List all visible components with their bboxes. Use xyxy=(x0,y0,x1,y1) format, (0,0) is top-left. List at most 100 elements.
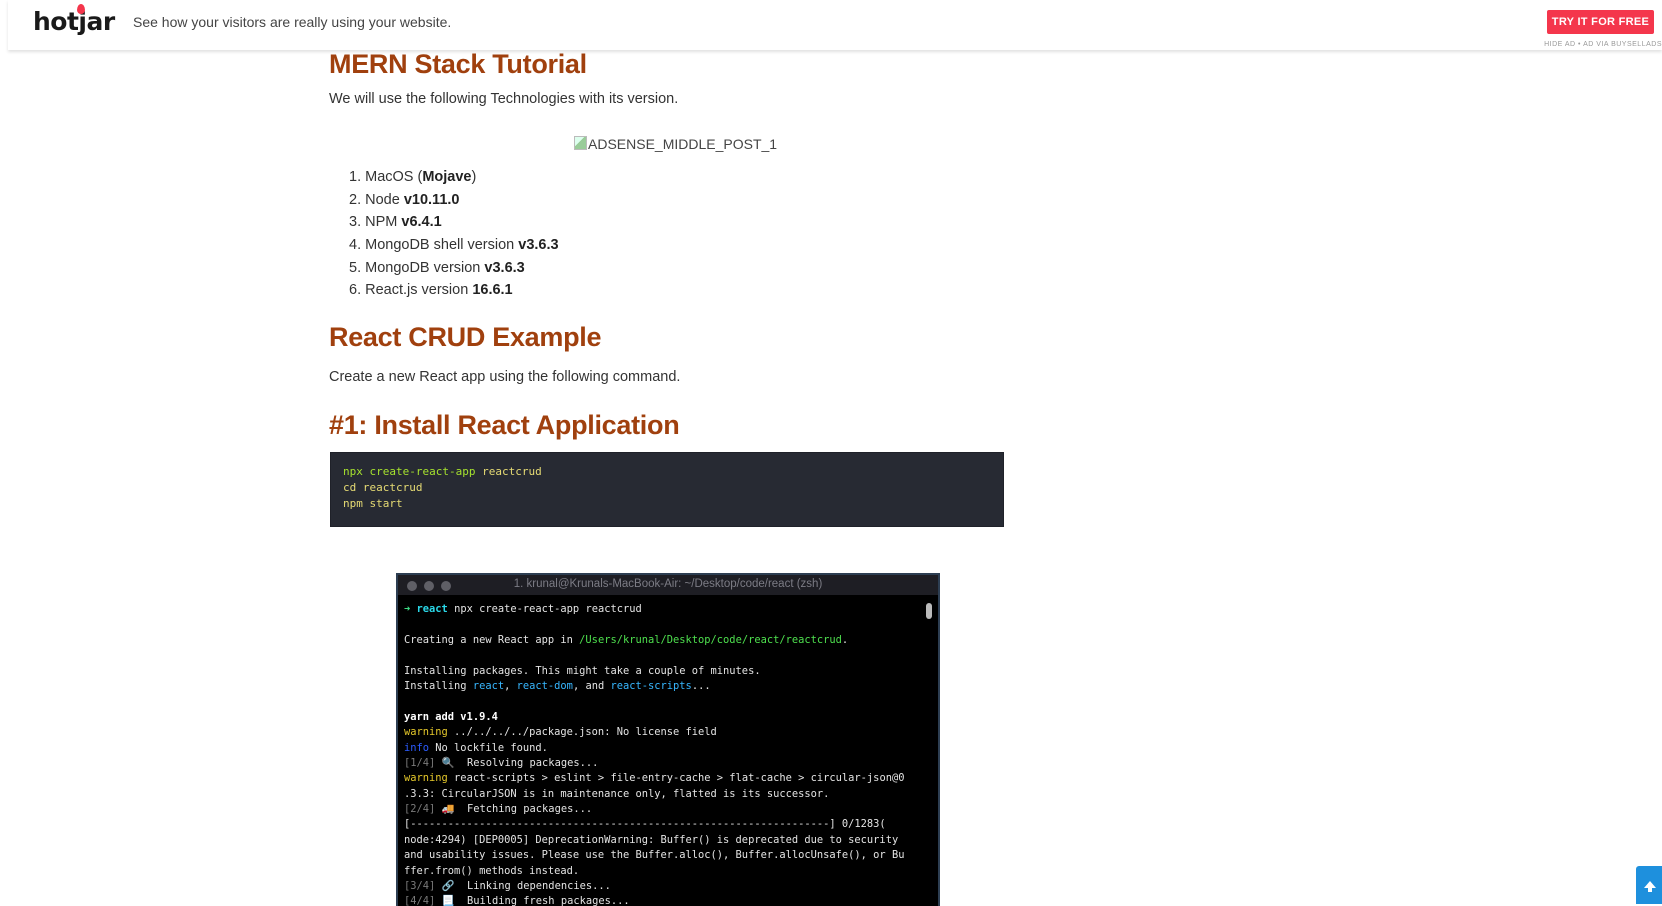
tech-num: 4. xyxy=(349,237,362,254)
tech-label: MongoDB shell version xyxy=(365,237,519,254)
try-it-for-free-button[interactable]: TRY IT FOR FREE xyxy=(1547,10,1654,34)
code-line: cd reactcrud xyxy=(343,481,422,494)
code-token: create-react-app xyxy=(369,465,476,478)
term-warning: warning xyxy=(404,726,448,739)
scroll-to-top-button[interactable] xyxy=(1636,866,1662,904)
technology-list-item: 6. React.js version 16.6.1 xyxy=(349,281,559,304)
terminal-line: [3/4] 🔗 Linking dependencies... xyxy=(404,879,914,894)
code-line: npm start xyxy=(343,497,403,510)
terminal-line: [4/4] 📃 Building fresh packages... xyxy=(404,894,914,906)
tech-value: v3.6.3 xyxy=(518,237,559,254)
tech-num: 6. xyxy=(349,282,362,299)
tech-value: 16.6.1 xyxy=(472,282,513,299)
prompt-command: npx create-react-app reactcrud xyxy=(447,603,642,615)
tech-value: v10.11.0 xyxy=(403,191,460,208)
term-text: 📃 Building fresh packages... xyxy=(435,895,630,906)
tech-value: v6.4.1 xyxy=(401,214,442,231)
heading-react-crud-example: React CRUD Example xyxy=(329,322,602,352)
terminal-line: Installing packages. This might take a c… xyxy=(404,664,761,677)
tech-label: MacOS ( xyxy=(365,169,423,185)
term-info: info xyxy=(404,741,430,754)
term-pkg: react-dom xyxy=(516,679,573,692)
broken-image-icon xyxy=(574,136,587,150)
code-token: reactcrud xyxy=(482,465,542,478)
technology-list-item: 5. MongoDB version v3.6.3 xyxy=(349,259,559,282)
code-token: npx xyxy=(343,465,363,478)
prompt-arrow-icon: ➜ xyxy=(404,603,411,615)
heading-mern-stack-tutorial: MERN Stack Tutorial xyxy=(329,49,587,79)
tech-value: v3.6.3 xyxy=(484,259,525,276)
hide-ad-link[interactable]: HIDE AD • AD VIA BUYSELLADS xyxy=(1544,41,1662,48)
tech-value: Mojave xyxy=(422,169,472,185)
adsense-alt-text: ADSENSE_MIDDLE_POST_1 xyxy=(588,136,778,152)
terminal-output: ➜ react npx create-react-app reactcrud C… xyxy=(404,602,914,906)
terminal-line: [---------------------------------------… xyxy=(404,818,886,831)
technology-list-item: 1. MacOS (Mojave) xyxy=(349,168,559,191)
terminal-line: yarn add v1.9.4 xyxy=(404,710,498,723)
tech-num: 2. xyxy=(349,191,362,208)
terminal-line: warning ../../../../package.json: No lic… xyxy=(404,725,914,740)
technology-list-item: 4. MongoDB shell version v3.6.3 xyxy=(349,236,559,259)
ad-tagline[interactable]: See how your visitors are really using y… xyxy=(133,14,451,30)
term-text: ... xyxy=(691,679,711,692)
term-text: Installing xyxy=(404,679,473,692)
term-text: Creating a new React app in xyxy=(404,633,580,646)
prompt-dir: react xyxy=(416,603,448,615)
tech-label: NPM xyxy=(365,214,402,231)
tech-label: React.js version xyxy=(365,282,473,299)
terminal-line: [2/4] 🚚 Fetching packages... xyxy=(404,802,914,817)
technology-list-item: 3. NPM v6.4.1 xyxy=(349,213,559,236)
term-warning: warning xyxy=(404,772,448,785)
term-step: [4/4] xyxy=(404,895,436,906)
term-path: /Users/krunal/Desktop/code/react/reactcr… xyxy=(579,633,842,646)
technology-list-item: 2. Node v10.11.0 xyxy=(349,191,559,214)
arrow-up-stem xyxy=(1648,887,1652,892)
term-pkg: react-scripts xyxy=(610,679,692,692)
crud-paragraph: Create a new React app using the followi… xyxy=(329,369,681,385)
hotjar-logo-text: hotjar xyxy=(33,7,115,36)
adsense-broken-image: ADSENSE_MIDDLE_POST_1 xyxy=(574,136,777,152)
terminal-line: [1/4] 🔍 Resolving packages... xyxy=(404,756,914,771)
tech-label: Node xyxy=(365,191,404,208)
terminal-line: and usability issues. Please use the Buf… xyxy=(404,849,905,862)
term-pkg: react xyxy=(472,679,505,692)
code-token: cd xyxy=(343,481,357,494)
terminal-line: ➜ react npx create-react-app reactcrud xyxy=(404,602,914,617)
technology-list: 1. MacOS (Mojave) 2. Node v10.11.0 3. NPM … xyxy=(329,168,559,304)
terminal-line: node:4294) [DEP0005] DeprecationWarning:… xyxy=(404,833,899,846)
term-text: 🔍 Resolving packages... xyxy=(435,756,599,769)
terminal-line: info No lockfile found. xyxy=(404,741,914,756)
terminal-line: Installing react, react-dom, and react-s… xyxy=(404,679,914,694)
code-token: start xyxy=(369,497,403,510)
terminal-screenshot: 1. krunal@Krunals-MacBook-Air: ~/Desktop… xyxy=(396,573,940,906)
terminal-title-bar: 1. krunal@Krunals-MacBook-Air: ~/Desktop… xyxy=(398,575,938,595)
ad-banner[interactable]: hotjar See how your visitors are really … xyxy=(8,0,1662,50)
tech-num: 1. xyxy=(349,169,362,185)
term-text: ../../../../package.json: No license fie… xyxy=(447,726,717,739)
term-step: [1/4] xyxy=(404,756,436,769)
hotjar-logo[interactable]: hotjar xyxy=(33,4,115,36)
term-text: . xyxy=(841,633,849,646)
term-step: [2/4] xyxy=(404,803,436,816)
code-block[interactable]: npx create-react-app reactcrud cd reactc… xyxy=(330,452,1004,527)
term-text: 🚚 Fetching packages... xyxy=(435,803,593,816)
code-line: npx create-react-app reactcrud xyxy=(343,465,542,478)
terminal-line: Creating a new React app in /Users/kruna… xyxy=(404,633,914,648)
tech-suffix: ) xyxy=(471,169,477,185)
term-text: , and xyxy=(572,679,611,692)
term-text: No lockfile found. xyxy=(429,741,548,754)
terminal-line: warning react-scripts > eslint > file-en… xyxy=(404,771,914,786)
term-text: , xyxy=(504,679,517,692)
code-token: reactcrud xyxy=(362,481,423,494)
code-token: npm xyxy=(343,497,363,510)
terminal-title: 1. krunal@Krunals-MacBook-Air: ~/Desktop… xyxy=(513,578,823,590)
heading-install-react-application: #1: Install React Application xyxy=(329,410,680,440)
term-text: 🔗 Linking dependencies... xyxy=(435,880,611,893)
terminal-line: .3.3: CircularJSON is in maintenance onl… xyxy=(404,787,830,800)
terminal-scrollbar xyxy=(926,603,932,619)
tech-num: 3. xyxy=(349,214,362,231)
intro-paragraph: We will use the following Technologies w… xyxy=(329,91,679,107)
